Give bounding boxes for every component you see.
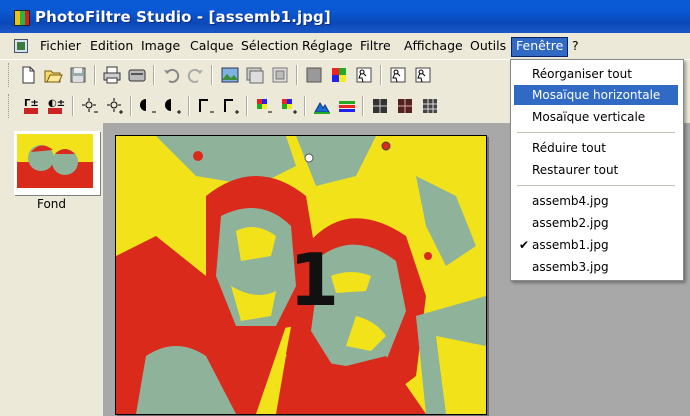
contrast-plus-icon[interactable] [163, 96, 183, 116]
menu-item-minimize-all[interactable]: Réduire tout [514, 138, 678, 158]
menu-item-label: assemb2.jpg [532, 216, 609, 230]
print-icon[interactable] [102, 65, 122, 85]
menu-item-label: Restaurer tout [532, 163, 619, 177]
grid1-icon[interactable] [370, 96, 390, 116]
menu-edition[interactable]: Edition [86, 37, 137, 55]
open-icon[interactable] [43, 65, 63, 85]
svg-text:◐±: ◐± [48, 98, 65, 109]
menu-separator [517, 185, 675, 186]
toolbar-separator [130, 96, 132, 116]
layers-panel: Fond [0, 123, 103, 416]
toolbar-grip[interactable] [8, 94, 12, 118]
photofiltre-app-icon [14, 10, 30, 26]
menu-item-tile-vertical[interactable]: Mosaïque verticale [514, 107, 678, 127]
menu-item-label: assemb1.jpg [532, 238, 609, 252]
auto-contrast-icon[interactable]: ◐± [46, 96, 66, 116]
toolbar-grip[interactable] [8, 63, 12, 87]
menu-separator [517, 132, 675, 133]
sharpen-icon[interactable] [312, 96, 332, 116]
toolbar-separator [304, 96, 306, 116]
crop-icon[interactable] [270, 65, 290, 85]
grid2-icon[interactable] [395, 96, 415, 116]
menu-fichier[interactable]: Fichier [36, 37, 85, 55]
menu-item-label: Réorganiser tout [532, 67, 632, 81]
menu-item-label: assemb3.jpg [532, 260, 609, 274]
layer-thumbnail[interactable] [14, 131, 100, 195]
toolbar-separator [72, 96, 74, 116]
menu-bar: Fichier Edition Image Calque Sélection R… [0, 33, 690, 60]
menu-item-label: assemb4.jpg [532, 194, 609, 208]
saturation-plus-icon[interactable] [279, 96, 299, 116]
svg-text:Γ±: Γ± [24, 98, 39, 109]
menu-calque[interactable]: Calque [186, 37, 237, 55]
menu-item-window-assemb3[interactable]: assemb3.jpg [514, 257, 678, 277]
brightness-plus-icon[interactable] [105, 96, 125, 116]
fit-icon[interactable] [388, 65, 408, 85]
toolbar-separator [153, 65, 155, 85]
menu-image[interactable]: Image [137, 37, 184, 55]
image-canvas[interactable]: 1 [115, 135, 487, 415]
toolbar-separator [94, 65, 96, 85]
auto-levels-icon[interactable]: Γ± [22, 96, 42, 116]
menu-item-restore-all[interactable]: Restaurer tout [514, 160, 678, 180]
menu-filtre[interactable]: Filtre [356, 37, 395, 55]
paste-icon[interactable] [220, 65, 240, 85]
contrast-minus-icon[interactable] [138, 96, 158, 116]
menu-help[interactable]: ? [568, 37, 583, 55]
brightness-minus-icon[interactable] [80, 96, 100, 116]
menu-item-window-assemb1[interactable]: ✔ assemb1.jpg [514, 235, 678, 255]
menu-selection[interactable]: Sélection [237, 37, 303, 55]
new-icon[interactable] [18, 65, 38, 85]
color-icon[interactable] [329, 65, 349, 85]
canvas-digit: 1 [289, 238, 340, 322]
toolbar-separator [246, 96, 248, 116]
save-icon[interactable] [68, 65, 88, 85]
menu-item-label: Mosaïque verticale [532, 110, 646, 124]
toolbar-separator [362, 96, 364, 116]
scan-icon[interactable] [127, 65, 147, 85]
toolbar-separator [380, 65, 382, 85]
menu-item-reorganize-all[interactable]: Réorganiser tout [514, 64, 678, 84]
undo-icon[interactable] [161, 65, 181, 85]
toolbar-separator [211, 65, 213, 85]
menu-outils[interactable]: Outils [466, 37, 510, 55]
toolbar-separator [296, 65, 298, 85]
toolbar-separator [188, 96, 190, 116]
checkmark-icon: ✔ [519, 238, 530, 252]
menu-fenetre[interactable]: Fenêtre [511, 37, 569, 57]
window-title: PhotoFiltre Studio - [assemb1.jpg] [35, 8, 331, 26]
menu-affichage[interactable]: Affichage [400, 37, 467, 55]
saturation-minus-icon[interactable] [254, 96, 274, 116]
layer-thumbnail-image [17, 134, 93, 188]
window-menu-dropdown: Réorganiser tout Mosaïque horizontale Mo… [510, 59, 684, 281]
menu-item-label: Réduire tout [532, 141, 606, 155]
copy-layer-icon[interactable] [245, 65, 265, 85]
color-balance-icon[interactable] [337, 96, 357, 116]
document-icon[interactable] [14, 39, 28, 53]
menu-item-label: Mosaïque horizontale [532, 88, 661, 102]
menu-item-window-assemb4[interactable]: assemb4.jpg [514, 191, 678, 211]
gray-icon[interactable] [304, 65, 324, 85]
redo-icon[interactable] [186, 65, 206, 85]
layer-name: Fond [36, 197, 67, 211]
menu-item-window-assemb2[interactable]: assemb2.jpg [514, 213, 678, 233]
menu-reglage[interactable]: Réglage [298, 37, 357, 55]
transparent-icon[interactable] [354, 65, 374, 85]
zoom-icon[interactable] [413, 65, 433, 85]
menu-item-tile-horizontal[interactable]: Mosaïque horizontale [514, 85, 678, 105]
title-bar: PhotoFiltre Studio - [assemb1.jpg] [0, 0, 690, 33]
grid3-icon[interactable] [420, 96, 440, 116]
gamma-minus-icon[interactable] [196, 96, 216, 116]
gamma-plus-icon[interactable] [221, 96, 241, 116]
